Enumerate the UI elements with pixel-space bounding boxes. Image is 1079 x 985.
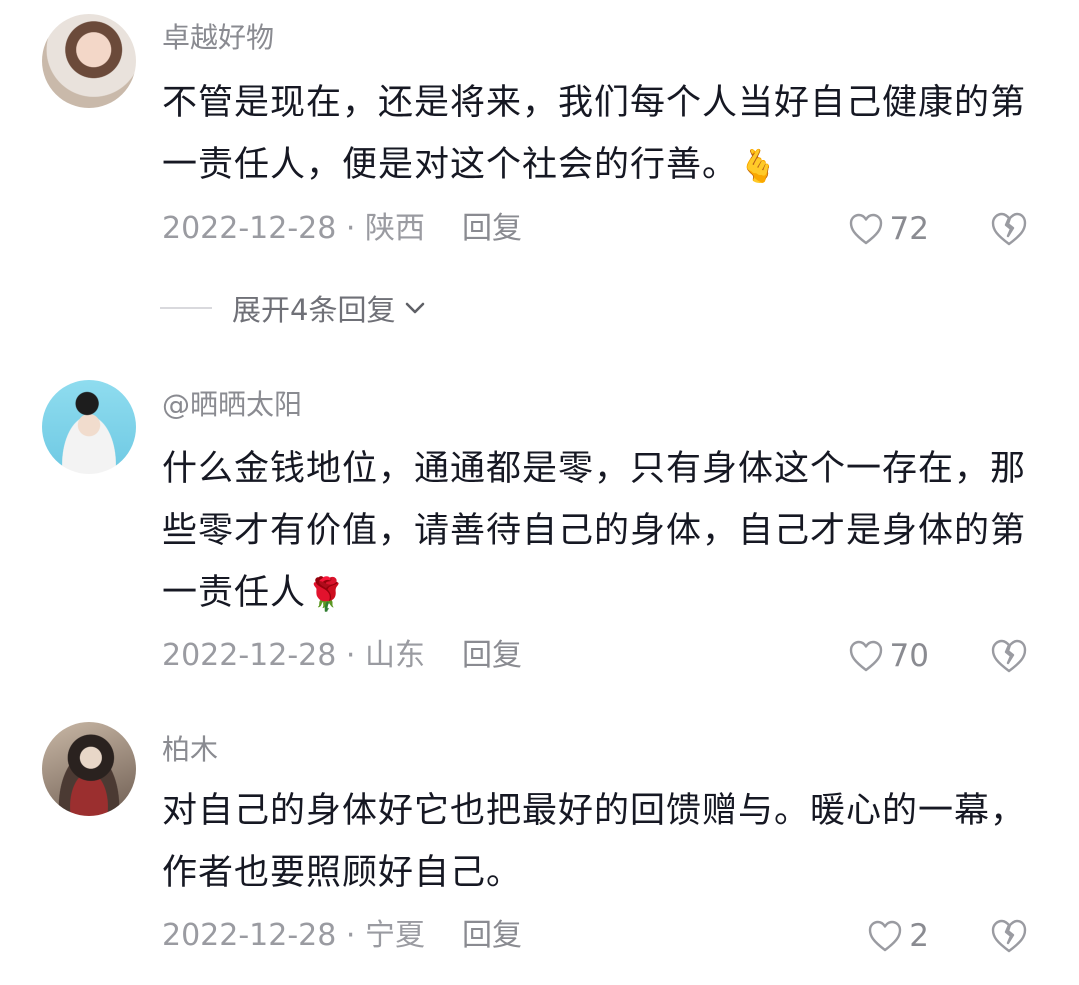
chevron-down-icon <box>406 302 425 314</box>
comment-text-body: 对自己的身体好它也把最好的回馈赠与。暖心的一幕，作者也要照顾好自己。 <box>162 791 1027 893</box>
like-count: 72 <box>889 211 929 247</box>
divider <box>160 307 212 309</box>
like-count: 2 <box>909 918 929 954</box>
reply-button[interactable]: 回复 <box>462 916 522 956</box>
comment-username[interactable]: @晒晒太阳 <box>162 387 302 423</box>
comment-username[interactable]: 柏木 <box>162 732 218 768</box>
comment-date-location: 2022-12-28 · 宁夏 <box>162 918 425 953</box>
comment-date-location: 2022-12-28 · 陕西 <box>162 211 425 246</box>
like-button[interactable]: 2 <box>839 916 929 956</box>
comment-item: 卓越好物 不管是现在，还是将来，我们每个人当好自己健康的第一责任人，便是对这个社… <box>0 0 1079 340</box>
avatar[interactable] <box>42 14 136 108</box>
like-button[interactable]: 72 <box>839 209 929 249</box>
expand-replies-label: 展开4条回复 <box>232 293 396 327</box>
comment-username[interactable]: 卓越好物 <box>162 20 274 56</box>
broken-heart-outline-icon[interactable] <box>990 211 1028 247</box>
expand-replies-button[interactable]: 展开4条回复 <box>160 288 427 328</box>
rose-emoji-icon: 🌹 <box>306 575 347 613</box>
like-button[interactable]: 70 <box>839 636 929 676</box>
broken-heart-outline-icon[interactable] <box>990 918 1028 954</box>
reply-button[interactable]: 回复 <box>462 636 522 676</box>
heart-outline-icon <box>849 640 882 672</box>
avatar[interactable] <box>42 380 136 474</box>
avatar[interactable] <box>42 722 136 816</box>
like-count: 70 <box>889 638 929 674</box>
comment-date-location: 2022-12-28 · 山东 <box>162 638 425 673</box>
reply-button[interactable]: 回复 <box>462 209 522 249</box>
comment-item: 柏木 对自己的身体好它也把最好的回馈赠与。暖心的一幕，作者也要照顾好自己。 20… <box>0 700 1079 985</box>
comment-text: 什么金钱地位，通通都是零，只有身体这个一存在，那些零才有价值，请善待自己的身体，… <box>162 438 1042 625</box>
comment-text-body: 不管是现在，还是将来，我们每个人当好自己健康的第一责任人，便是对这个社会的行善。 <box>162 83 1027 185</box>
heart-outline-icon <box>849 213 882 245</box>
finger-heart-emoji-icon: 🫰 <box>738 147 779 185</box>
broken-heart-outline-icon[interactable] <box>990 638 1028 674</box>
comment-text: 对自己的身体好它也把最好的回馈赠与。暖心的一幕，作者也要照顾好自己。 <box>162 780 1042 904</box>
comment-text: 不管是现在，还是将来，我们每个人当好自己健康的第一责任人，便是对这个社会的行善。… <box>162 72 1042 197</box>
comment-item: @晒晒太阳 什么金钱地位，通通都是零，只有身体这个一存在，那些零才有价值，请善待… <box>0 360 1079 700</box>
comment-text-body: 什么金钱地位，通通都是零，只有身体这个一存在，那些零才有价值，请善待自己的身体，… <box>162 449 1027 613</box>
heart-outline-icon <box>869 920 902 952</box>
